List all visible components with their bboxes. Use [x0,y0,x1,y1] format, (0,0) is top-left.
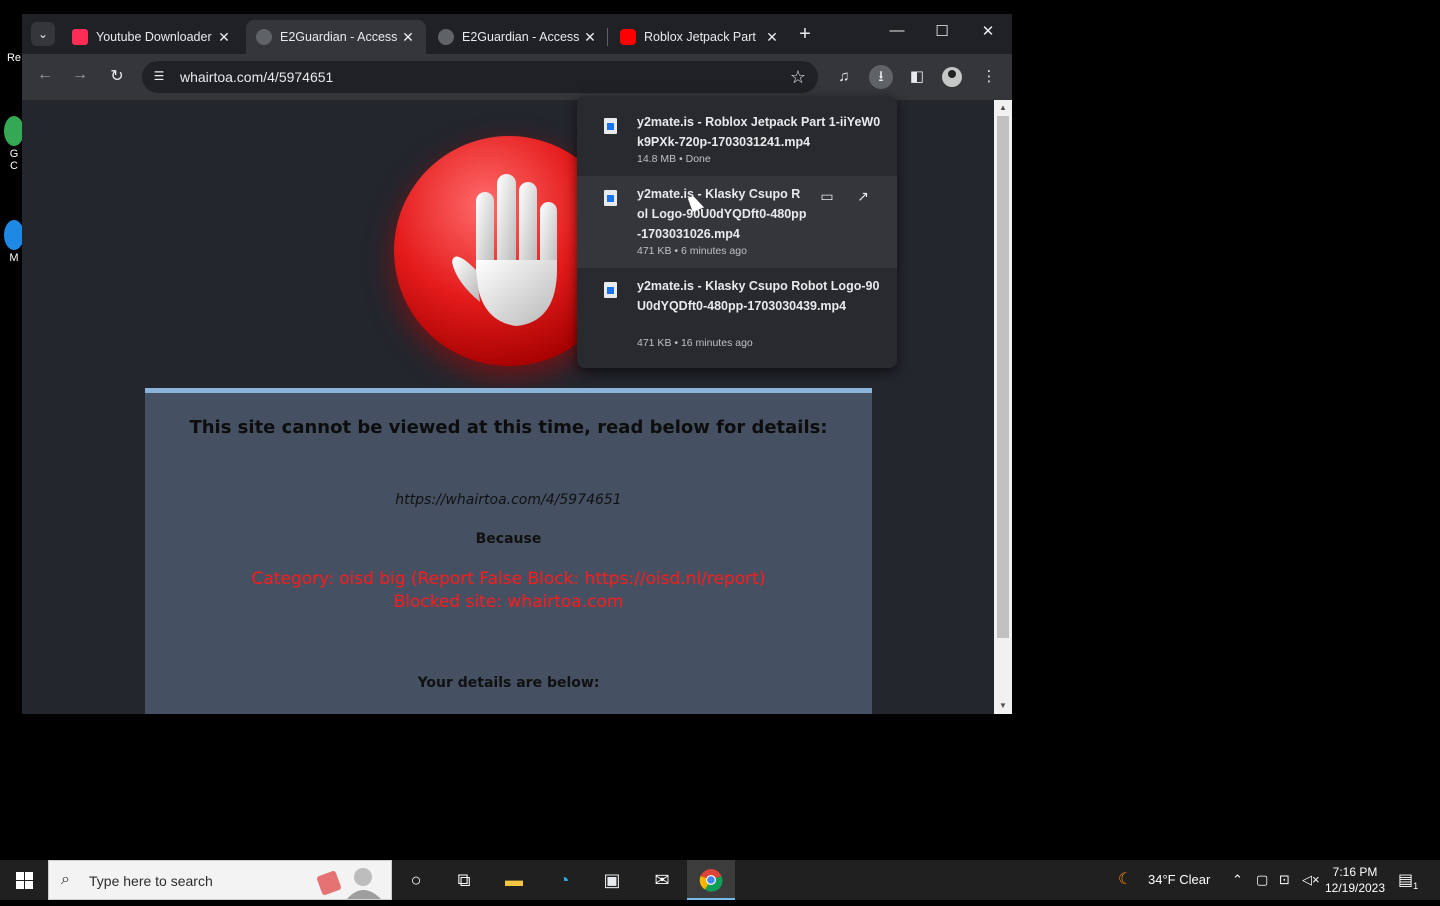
desktop-icon-edge[interactable]: M [4,220,24,264]
scroll-up-arrow-icon[interactable]: ▲ [994,100,1012,116]
downloads-bubble: y2mate.is - Roblox Jetpack Part 1-iiYeW0… [577,96,897,368]
microsoft-store-icon[interactable]: ▣ [588,860,636,900]
desktop-icon-label: Re [6,52,22,64]
tab-title: E2Guardian - Access [280,30,398,44]
address-bar[interactable]: ☰ whairtoa.com/4/5974651 ☆ [142,61,818,93]
media-control-icon[interactable]: ♫ [832,65,856,89]
download-filename: y2mate.is - Klasky Csupo Rol Logo-90U0dY… [637,187,807,241]
youtube-icon [620,29,636,45]
block-heading: This site cannot be viewed at this time,… [189,417,828,438]
search-highlight-art-icon [317,868,381,899]
back-icon[interactable]: ← [34,66,56,84]
block-category: Category: oisd big (Report False Block: … [251,569,766,589]
close-icon[interactable]: ✕ [582,29,598,46]
tab-separator [607,28,608,46]
clock-date: 12/19/2023 [1324,881,1386,895]
file-icon [604,190,617,206]
tab-title: Youtube Downloader [96,30,212,44]
tab-title: Roblox Jetpack Part [644,30,756,44]
maximize-button[interactable]: ☐ [927,22,957,40]
weather-icon[interactable]: ☾ [1118,860,1132,900]
download-filename: y2mate.is - Roblox Jetpack Part 1-iiYeW0… [637,115,881,149]
close-icon[interactable]: ✕ [400,29,416,46]
download-meta: 471 KB • 16 minutes ago [637,337,753,349]
scroll-down-arrow-icon[interactable]: ▼ [994,698,1012,714]
edge-browser-icon[interactable]: ◔ [540,860,588,900]
file-icon [604,282,617,298]
chevron-up-icon[interactable]: ⌃ [1232,860,1243,900]
cortana-icon[interactable]: ○ [392,860,440,900]
menu-icon[interactable]: ⋮ [977,65,1001,89]
edge-icon [4,220,24,250]
network-icon[interactable]: ⊡ [1279,860,1290,900]
because-label: Because [475,531,542,547]
open-external-icon[interactable]: ↗ [853,188,873,208]
download-meta: 471 KB • 6 minutes ago [637,245,747,257]
meet-icon[interactable]: ▢ [1256,860,1268,900]
blocked-url: https://whairtoa.com/4/5974651 [395,492,622,508]
close-window-button[interactable]: ✕ [973,22,1003,40]
clock-time: 7:16 PM [1332,865,1378,879]
file-explorer-icon[interactable]: ▬ [490,860,538,900]
close-icon[interactable]: ✕ [764,29,780,46]
globe-icon [438,29,454,45]
tab-e2guardian[interactable]: E2Guardian - Access ✕ [428,20,608,54]
close-icon[interactable]: ✕ [216,29,232,46]
notification-count: 1 [1413,881,1419,892]
profile-icon[interactable] [942,67,962,87]
chrome-icon [4,116,24,146]
page-scrollbar[interactable]: ▲ ▼ [994,100,1012,714]
download-icon [72,29,88,45]
forward-icon[interactable]: → [69,66,91,84]
file-icon [604,118,617,134]
download-icon[interactable]: ⭳ [869,65,893,89]
search-placeholder: Type here to search [89,873,213,889]
browser-toolbar: ← → ↻ ☰ whairtoa.com/4/5974651 ☆ ♫ ⭳ ◧ ⋮ [22,54,1012,100]
desktop-icon-label: M [9,252,19,264]
tab-e2guardian-active[interactable]: E2Guardian - Access ✕ [246,20,426,54]
url-text[interactable]: whairtoa.com/4/5974651 [180,69,333,85]
start-button[interactable] [0,860,48,900]
side-panel-icon[interactable]: ◧ [905,65,929,89]
download-meta: 14.8 MB • Done [637,153,711,165]
site-info-icon[interactable]: ☰ [151,69,167,85]
download-item[interactable]: y2mate.is - Klasky Csupo Rol Logo-90U0dY… [577,176,897,268]
search-icon: ⌕ [61,871,70,888]
volume-muted-icon[interactable]: ◁× [1302,860,1320,900]
weather-text[interactable]: 34°F Clear [1148,860,1210,900]
minimize-button[interactable]: — [882,22,912,39]
task-view-icon[interactable]: ⧉ [440,860,488,900]
reload-icon[interactable]: ↻ [106,66,128,86]
mail-icon[interactable]: ✉ [638,860,686,900]
new-tab-button[interactable]: + [794,24,816,44]
download-item[interactable]: y2mate.is - Roblox Jetpack Part 1-iiYeW0… [577,96,897,176]
block-details-panel: This site cannot be viewed at this time,… [145,388,872,714]
desktop-icon-label: G C [9,148,19,172]
download-item[interactable]: y2mate.is - Klasky Csupo Robot Logo-90U0… [577,268,897,368]
folder-icon[interactable]: ▭ [817,188,837,208]
scroll-thumb[interactable] [997,116,1009,638]
tab-roblox-jetpack[interactable]: Roblox Jetpack Part ✕ [610,20,790,54]
taskbar: ⌕ Type here to search ○ ⧉ ▬ ◔ ▣ ✉ ☾ 34°F… [0,860,1440,900]
desktop-icon-chrome[interactable]: G C [4,116,24,172]
tab-title: E2Guardian - Access [462,30,580,44]
system-clock[interactable]: 7:16 PM 12/19/2023 [1322,864,1388,896]
blocked-site: Blocked site: whairtoa.com [393,592,624,612]
chrome-taskbar-icon[interactable] [687,860,735,900]
desktop-icon-recycle[interactable]: Re [4,52,24,64]
tab-strip: ⌄ Youtube Downloader ✕ E2Guardian - Acce… [22,14,1012,54]
tab-youtube-downloader[interactable]: Youtube Downloader ✕ [62,20,242,54]
download-filename: y2mate.is - Klasky Csupo Robot Logo-90U0… [637,279,880,313]
chevron-down-icon: ⌄ [37,27,49,41]
details-label: Your details are below: [417,675,600,691]
taskbar-search-input[interactable]: ⌕ Type here to search [48,860,392,900]
tab-search-button[interactable]: ⌄ [31,22,55,46]
globe-icon [256,29,272,45]
bookmark-star-icon[interactable]: ☆ [790,67,806,88]
notification-center-icon[interactable]: ▤1 [1398,870,1418,891]
